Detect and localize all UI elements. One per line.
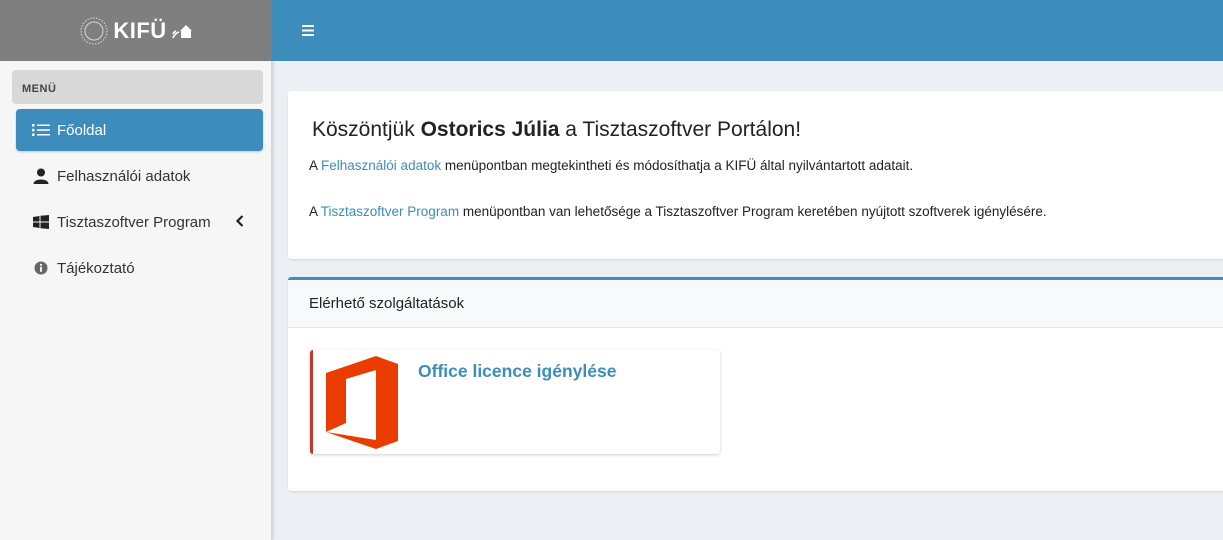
sidebar-item-label: Tájékoztató [57,259,135,277]
sidebar-item-user-data[interactable]: Felhasználói adatok [16,155,263,197]
user-icon [32,168,50,184]
sidebar-item-label: Felhasználói adatok [57,167,191,185]
sidebar-item-tisztaszoftver[interactable]: Tisztaszoftver Program [16,201,263,243]
welcome-heading: Köszöntjük Ostorics Júlia a Tisztaszoftv… [312,118,801,142]
services-title: Elérhető szolgáltatások [309,295,465,312]
line-prefix: A [309,204,321,219]
seal-icon [80,16,108,45]
greeting-suffix: a Tisztaszoftver Portálon! [559,118,802,141]
office-icon [326,356,398,449]
info-icon [32,260,50,276]
logo-bar: KIFÜ [0,0,272,61]
sidebar-item-home[interactable]: Főoldal [16,109,263,151]
user-name: Ostorics Júlia [420,118,560,141]
line-prefix: A [309,158,322,173]
sidebar-item-info[interactable]: Tájékoztató [16,247,263,289]
brand-logo[interactable]: KIFÜ [79,16,192,46]
greeting-prefix: Köszöntjük [312,118,421,141]
sidebar-item-label: Tisztaszoftver Program [57,213,211,231]
tisztaszoftver-link[interactable]: Tisztaszoftver Program [321,204,459,219]
line-suffix: menüpontban megtekintheti és módosíthatj… [441,158,914,173]
menu-header: MENÜ [12,70,263,104]
hamburger-menu-icon[interactable] [302,25,314,36]
line-suffix: menüpontban van lehetősége a Tisztaszoft… [459,204,1047,219]
welcome-line-program: A Tisztaszoftver Program menüpontban van… [309,204,1047,219]
house-wifi-icon [171,24,192,38]
user-data-link[interactable]: Felhasználói adatok [321,158,441,173]
services-box: Elérhető szolgáltatások Office licence i… [288,277,1223,491]
top-navbar [272,0,1223,61]
windows-icon [32,214,50,230]
welcome-line-user-data: A Felhasználói adatok menüpontban megtek… [309,158,913,173]
sidebar-item-label: Főoldal [57,121,107,139]
office-licence-title[interactable]: Office licence igénylése [418,361,616,382]
list-icon [32,122,50,138]
welcome-box: Köszöntjük Ostorics Júlia a Tisztaszoftv… [288,91,1223,259]
chevron-left-icon[interactable] [235,214,245,228]
logo-text: KIFÜ [113,17,167,43]
office-licence-card[interactable]: Office licence igénylése [310,350,720,454]
services-header: Elérhető szolgáltatások [288,280,1223,328]
sidebar: KIFÜ MENÜ Főoldal Felhasználói adatok Ti… [0,0,272,540]
